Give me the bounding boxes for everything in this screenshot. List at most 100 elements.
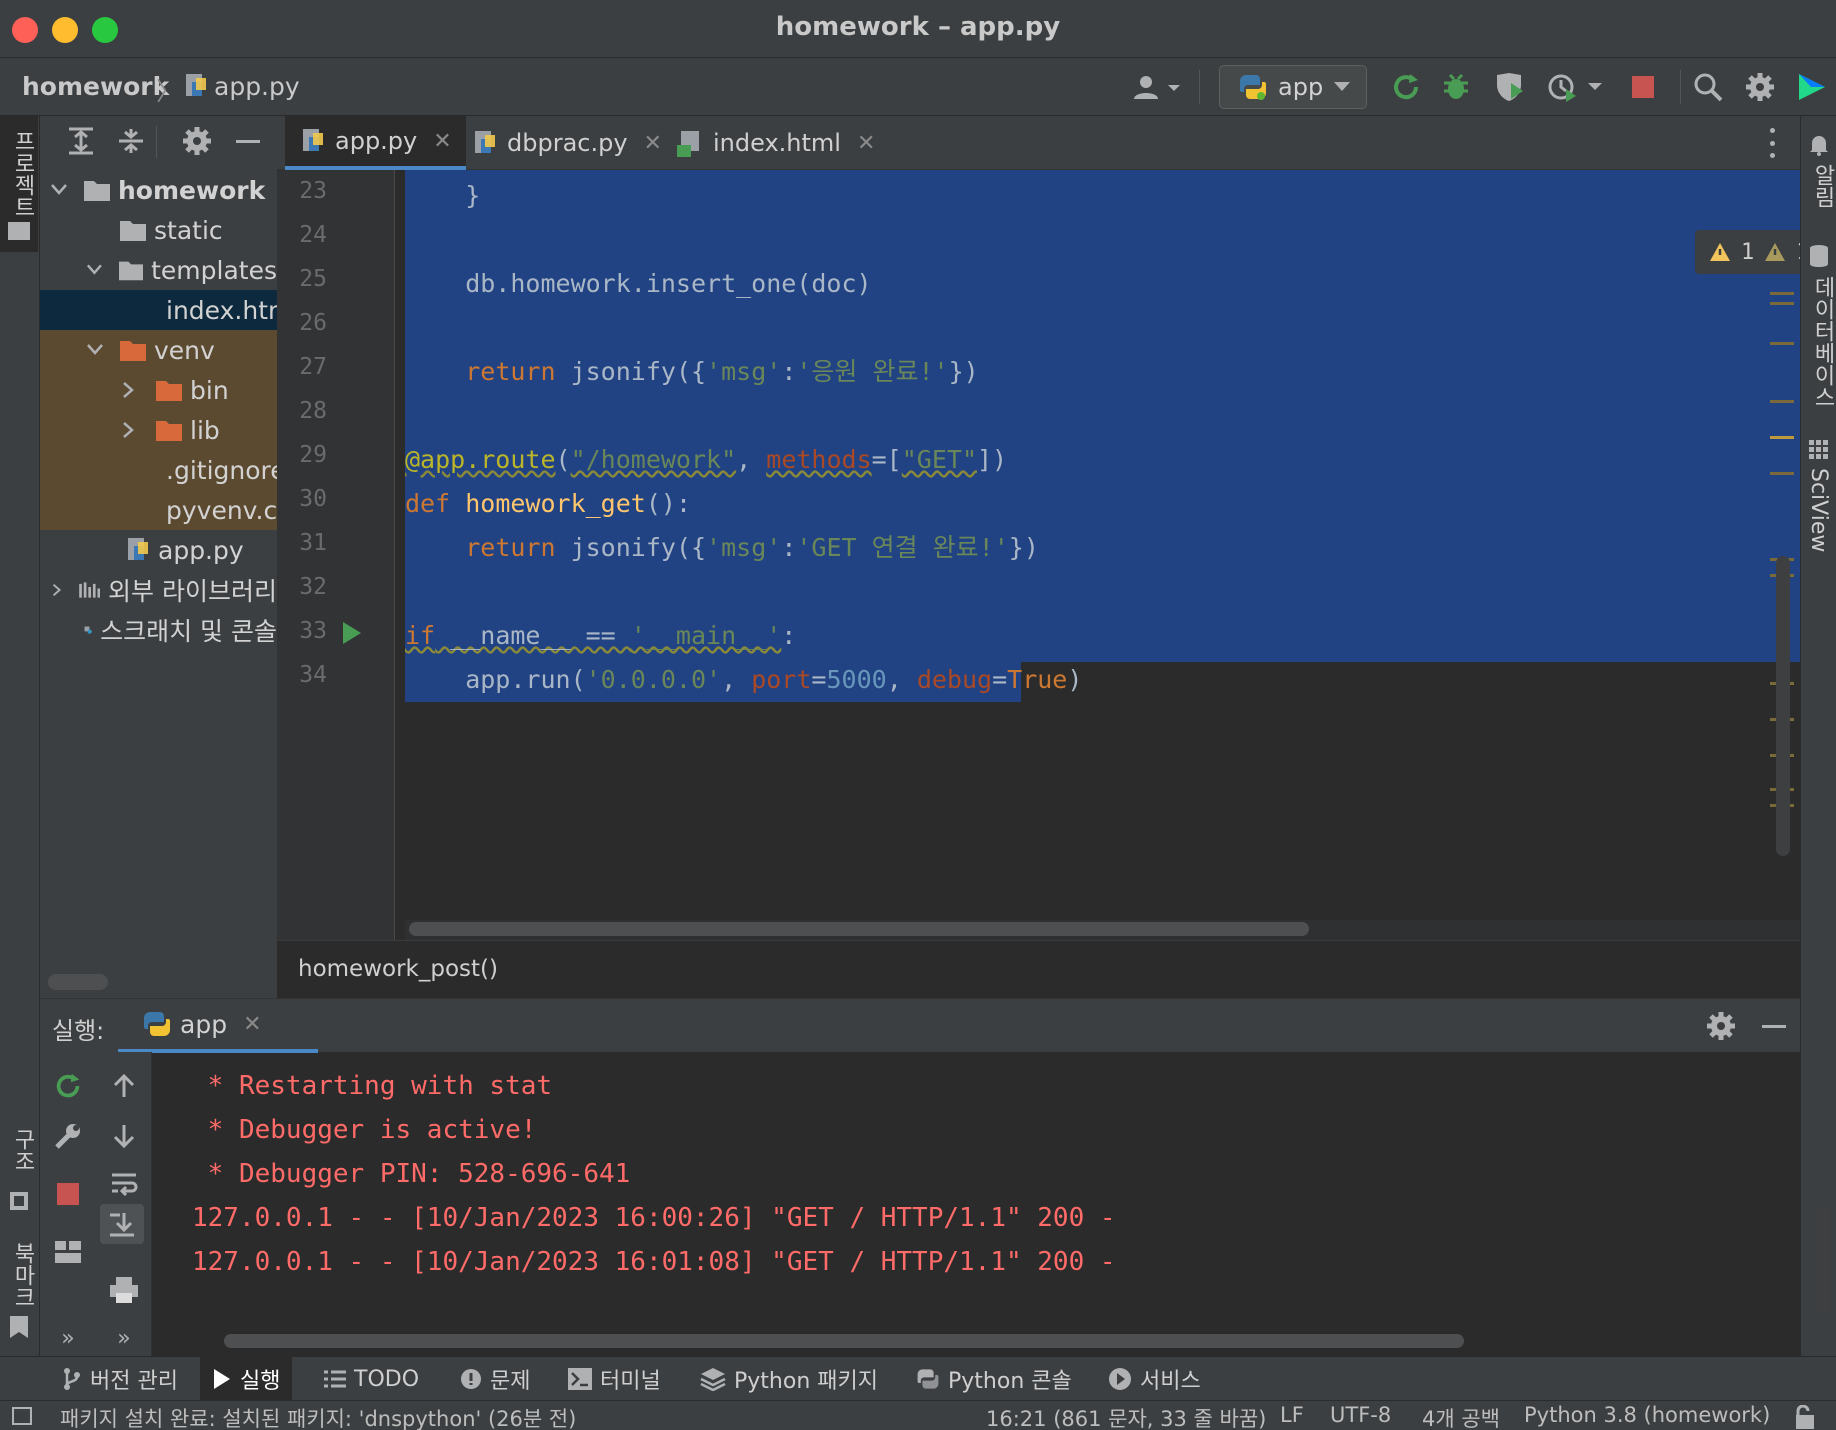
- settings-gear-icon[interactable]: [1742, 70, 1778, 104]
- coverage-icon[interactable]: [1488, 70, 1532, 104]
- tab-run[interactable]: 실행: [200, 1357, 293, 1401]
- text-selection: [405, 170, 1800, 662]
- horizontal-scrollbar[interactable]: [224, 1334, 1464, 1348]
- tree-item-gitignore[interactable]: .gitignore: [40, 450, 277, 490]
- tree-item-index-html[interactable]: index.html: [40, 290, 277, 330]
- collapse-all-icon[interactable]: [116, 126, 146, 156]
- structure-icon: [10, 1192, 28, 1210]
- horizontal-scrollbar[interactable]: [48, 974, 108, 990]
- soft-wrap-icon[interactable]: [96, 1164, 152, 1204]
- toggle-tool-windows-icon[interactable]: [12, 1407, 32, 1425]
- jetbrains-toolbox-icon[interactable]: [1794, 70, 1830, 104]
- nav-file[interactable]: app.py: [214, 72, 300, 101]
- tree-item-venv[interactable]: venv: [40, 330, 277, 370]
- tree-item-bin[interactable]: bin: [40, 370, 277, 410]
- close-tab-icon[interactable]: ✕: [243, 1012, 261, 1037]
- close-tab-icon[interactable]: ✕: [644, 131, 662, 156]
- code-breadcrumb[interactable]: homework_post(): [277, 940, 1800, 998]
- tree-item-homework[interactable]: homework: [40, 170, 277, 210]
- error-stripe-mark[interactable]: [1770, 302, 1794, 305]
- run-config-selector[interactable]: app: [1219, 65, 1367, 109]
- vertical-scrollbar[interactable]: [1776, 556, 1790, 856]
- wrench-icon[interactable]: [40, 1116, 96, 1156]
- tab-problems[interactable]: 문제: [448, 1357, 542, 1401]
- profile-run-icon[interactable]: [1544, 70, 1608, 104]
- interpreter[interactable]: Python 3.8 (homework): [1524, 1403, 1770, 1427]
- horizontal-scrollbar[interactable]: [409, 922, 1309, 936]
- error-stripe-mark[interactable]: [1770, 292, 1794, 295]
- search-icon[interactable]: [1690, 70, 1726, 104]
- stop-icon[interactable]: [40, 1174, 96, 1214]
- database-tool-button[interactable]: 데이터베이스: [1801, 240, 1835, 410]
- user-profile-icon[interactable]: [1130, 70, 1184, 104]
- close-tab-icon[interactable]: ✕: [433, 129, 451, 154]
- run-panel: 실행: app ✕ » » * Restarting with stat * D…: [40, 998, 1830, 1358]
- tab-version-control[interactable]: 버전 관리: [50, 1357, 190, 1401]
- tree-item-scratches[interactable]: 스크래치 및 콘솔: [40, 610, 277, 650]
- error-stripe-mark[interactable]: [1770, 342, 1794, 345]
- caret-position[interactable]: 16:21 (861 문자, 33 줄 바꿈): [986, 1403, 1266, 1430]
- file-encoding[interactable]: UTF-8: [1330, 1403, 1391, 1427]
- code-editor[interactable]: } db.homework.insert_one(doc) return jso…: [395, 170, 1800, 940]
- tree-item-app-py[interactable]: app.py: [40, 530, 277, 570]
- tab-terminal[interactable]: 터미널: [556, 1357, 673, 1401]
- project-tool-button[interactable]: 프로젝트: [0, 116, 38, 252]
- nav-project[interactable]: homework: [22, 72, 169, 101]
- bookmarks-tool-button[interactable]: 북마크: [0, 1234, 38, 1350]
- status-message[interactable]: 패키지 설치 완료: 설치된 패키지: 'dnspython' (26분 전): [60, 1403, 576, 1430]
- rerun-icon[interactable]: [40, 1066, 96, 1106]
- indent-setting[interactable]: 4개 공백: [1422, 1403, 1500, 1430]
- stop-icon[interactable]: [1628, 70, 1658, 104]
- scroll-to-end-icon[interactable]: [100, 1204, 144, 1244]
- tab-python-packages[interactable]: Python 패키지: [688, 1357, 890, 1401]
- tab-services[interactable]: 서비스: [1096, 1357, 1213, 1401]
- error-stripe-mark[interactable]: [1770, 400, 1794, 403]
- more-options-icon[interactable]: [1767, 128, 1777, 158]
- more-tools-icon[interactable]: »: [96, 1318, 152, 1358]
- debug-icon[interactable]: [1436, 70, 1476, 104]
- more-tools-icon[interactable]: »: [40, 1318, 96, 1358]
- tab-python-console[interactable]: Python 콘솔: [904, 1357, 1084, 1401]
- run-gutter-icon[interactable]: [339, 620, 363, 646]
- run-settings-icon[interactable]: [1706, 1011, 1736, 1041]
- error-stripe-mark[interactable]: [1770, 436, 1794, 439]
- run-tab-app[interactable]: app ✕: [118, 999, 318, 1053]
- panel-settings-icon[interactable]: [182, 126, 212, 156]
- bookmark-icon: [10, 1316, 28, 1338]
- tab-dbprac-py[interactable]: dbprac.py ✕: [457, 116, 676, 170]
- hide-panel-icon[interactable]: [1762, 1025, 1786, 1028]
- tab-index-html[interactable]: index.html ✕: [663, 116, 889, 170]
- folder-icon: [84, 181, 110, 201]
- console-output[interactable]: * Restarting with stat * Debugger is act…: [152, 1052, 1830, 1356]
- tree-item-pyvenv-cfg[interactable]: pyvenv.cfg: [40, 490, 277, 530]
- tab-app-py[interactable]: app.py ✕: [285, 116, 466, 170]
- expand-all-icon[interactable]: [66, 126, 96, 156]
- tree-item-templates[interactable]: templates: [40, 250, 277, 290]
- editor-tabs: app.py ✕ dbprac.py ✕ index.html ✕: [277, 116, 1800, 170]
- tree-item-external-libraries[interactable]: 외부 라이브러리: [40, 570, 277, 610]
- vertical-scrollbar[interactable]: [1816, 1208, 1830, 1316]
- chevron-down-icon: [51, 184, 67, 195]
- close-tab-icon[interactable]: ✕: [857, 131, 875, 156]
- python-icon: [1240, 75, 1266, 100]
- code-line: return jsonify({'msg':'응원 완료!'}): [465, 357, 979, 386]
- error-stripe-mark[interactable]: [1770, 472, 1794, 475]
- tree-item-lib[interactable]: lib: [40, 410, 277, 450]
- notifications-tool-button[interactable]: 알림: [1801, 128, 1835, 208]
- library-icon: [78, 582, 100, 598]
- inspection-widget[interactable]: 1 14: [1695, 230, 1800, 274]
- status-bar: 패키지 설치 완료: 설치된 패키지: 'dnspython' (26분 전) …: [0, 1400, 1836, 1430]
- arrow-down-icon[interactable]: [96, 1116, 152, 1156]
- layout-icon[interactable]: [40, 1232, 96, 1272]
- print-icon[interactable]: [96, 1270, 152, 1310]
- terminal-icon: [568, 1368, 592, 1390]
- sciview-tool-button[interactable]: SciView: [1801, 436, 1835, 566]
- tab-todo[interactable]: TODO: [312, 1357, 431, 1401]
- tree-item-static[interactable]: static: [40, 210, 277, 250]
- unlock-icon[interactable]: [1794, 1405, 1816, 1429]
- structure-tool-button[interactable]: 구조: [0, 1116, 38, 1226]
- arrow-up-icon[interactable]: [96, 1066, 152, 1106]
- line-separator[interactable]: LF: [1280, 1403, 1304, 1427]
- hide-panel-icon[interactable]: [236, 140, 260, 143]
- rerun-icon[interactable]: [1386, 70, 1426, 104]
